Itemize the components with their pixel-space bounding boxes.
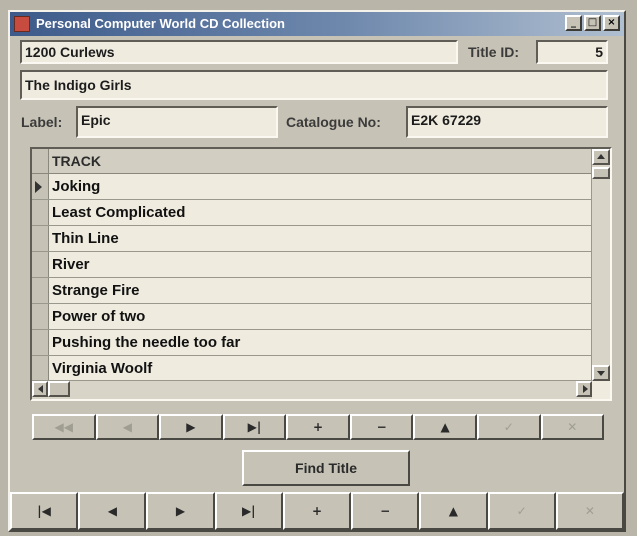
track-title[interactable]: Least Complicated: [52, 204, 185, 221]
nav-cancel-button[interactable]: ✕: [540, 414, 605, 440]
prev-icon: ◀: [107, 504, 117, 518]
nav-prev-button[interactable]: ◀: [78, 492, 147, 530]
last-icon: ▶|: [247, 420, 262, 434]
row-selector[interactable]: [32, 304, 49, 329]
insert-icon: +: [311, 504, 323, 518]
nav-prev-button[interactable]: ◀: [95, 414, 160, 440]
arrow-left-icon: [38, 385, 43, 393]
nav-edit-button[interactable]: ▲: [419, 492, 488, 530]
nav-first-button[interactable]: ◀◀: [32, 414, 96, 440]
track-row[interactable]: Pushing the needle too far: [32, 330, 592, 356]
track-navigator: ◀◀ ◀ ▶ ▶| + − ▲ ✓ ✕: [32, 414, 605, 440]
scroll-left-button[interactable]: [32, 381, 48, 397]
track-row[interactable]: Virginia Woolf: [32, 356, 592, 382]
post-icon: ✓: [516, 504, 527, 518]
nav-insert-button[interactable]: +: [286, 414, 350, 440]
track-title[interactable]: River: [52, 256, 90, 273]
nav-delete-button[interactable]: −: [349, 414, 414, 440]
nav-insert-button[interactable]: +: [282, 492, 352, 530]
track-title[interactable]: Strange Fire: [52, 282, 140, 299]
delete-icon: −: [380, 504, 391, 518]
row-selector[interactable]: [32, 174, 49, 199]
row-selector[interactable]: [32, 356, 49, 381]
horizontal-scrollbar[interactable]: [32, 380, 592, 399]
catalogue-caption: Catalogue No:: [286, 114, 381, 130]
title-id-label: Title ID:: [468, 44, 520, 60]
track-row[interactable]: Joking: [32, 174, 592, 200]
window-title: Personal Computer World CD Collection: [36, 16, 285, 31]
app-icon[interactable]: [14, 16, 30, 32]
last-icon: ▶|: [241, 504, 256, 518]
track-column-header[interactable]: TRACK: [52, 153, 101, 169]
grid-corner: [32, 149, 49, 173]
close-button[interactable]: ×: [603, 15, 620, 31]
current-row-pointer-icon: [35, 181, 42, 193]
horizontal-scroll-thumb[interactable]: [48, 381, 70, 397]
album-title-field[interactable]: 1200 Curlews: [20, 40, 458, 64]
post-icon: ✓: [503, 420, 514, 434]
track-row[interactable]: Least Complicated: [32, 200, 592, 226]
arrow-up-icon: [597, 154, 605, 159]
nav-edit-button[interactable]: ▲: [413, 414, 477, 440]
nav-cancel-button[interactable]: ✕: [555, 492, 624, 530]
nav-next-button[interactable]: ▶: [146, 492, 215, 530]
nav-last-button[interactable]: ▶|: [222, 414, 287, 440]
edit-icon: ▲: [440, 420, 450, 434]
grid-header: TRACK: [32, 149, 592, 174]
row-selector[interactable]: [32, 226, 49, 251]
track-title[interactable]: Power of two: [52, 308, 145, 325]
nav-post-button[interactable]: ✓: [476, 414, 541, 440]
next-icon: ▶: [175, 504, 186, 518]
next-icon: ▶: [186, 420, 196, 434]
track-row[interactable]: Power of two: [32, 304, 592, 330]
track-title[interactable]: Virginia Woolf: [52, 360, 152, 377]
arrow-right-icon: [583, 385, 588, 393]
insert-icon: +: [313, 420, 324, 434]
row-selector[interactable]: [32, 200, 49, 225]
track-title[interactable]: Thin Line: [52, 230, 119, 247]
cancel-icon: ✕: [567, 420, 578, 434]
nav-last-button[interactable]: ▶|: [214, 492, 283, 530]
track-title[interactable]: Joking: [52, 178, 100, 195]
row-selector[interactable]: [32, 278, 49, 303]
nav-next-button[interactable]: ▶: [159, 414, 223, 440]
scroll-up-button[interactable]: [592, 149, 610, 165]
maximize-button[interactable]: □: [584, 15, 601, 31]
title-id-field[interactable]: 5: [536, 40, 608, 64]
title-bar[interactable]: Personal Computer World CD Collection _ …: [10, 12, 624, 36]
app-window: Personal Computer World CD Collection _ …: [8, 10, 626, 532]
row-selector[interactable]: [32, 252, 49, 277]
track-row[interactable]: River: [32, 252, 592, 278]
track-grid[interactable]: TRACK Joking Least Complicated Thin Line Ri…: [30, 147, 612, 401]
vertical-scrollbar[interactable]: [591, 149, 610, 381]
label-caption: Label:: [21, 114, 63, 130]
artist-field[interactable]: The Indigo Girls: [20, 70, 608, 100]
arrow-down-icon: [597, 371, 605, 376]
nav-first-button[interactable]: |◀: [10, 492, 79, 530]
delete-icon: −: [376, 420, 387, 434]
edit-icon: ▲: [448, 504, 459, 518]
minimize-button[interactable]: _: [565, 15, 582, 31]
track-row[interactable]: Thin Line: [32, 226, 592, 252]
find-title-button[interactable]: Find Title: [242, 450, 410, 486]
first-icon: ◀◀: [54, 420, 74, 434]
record-navigator: |◀ ◀ ▶ ▶| + − ▲ ✓ ✕: [10, 492, 624, 530]
nav-delete-button[interactable]: −: [351, 492, 420, 530]
prev-icon: ◀: [122, 420, 132, 434]
record-label-field[interactable]: Epic: [76, 106, 278, 138]
scroll-down-button[interactable]: [592, 365, 610, 381]
catalogue-number-field[interactable]: E2K 67229: [406, 106, 608, 138]
scroll-thumb[interactable]: [592, 167, 610, 179]
scroll-right-button[interactable]: [576, 381, 592, 397]
cancel-icon: ✕: [584, 504, 595, 518]
track-row[interactable]: Strange Fire: [32, 278, 592, 304]
first-icon: |◀: [37, 504, 51, 518]
track-title[interactable]: Pushing the needle too far: [52, 334, 240, 351]
row-selector[interactable]: [32, 330, 49, 355]
nav-post-button[interactable]: ✓: [487, 492, 556, 530]
